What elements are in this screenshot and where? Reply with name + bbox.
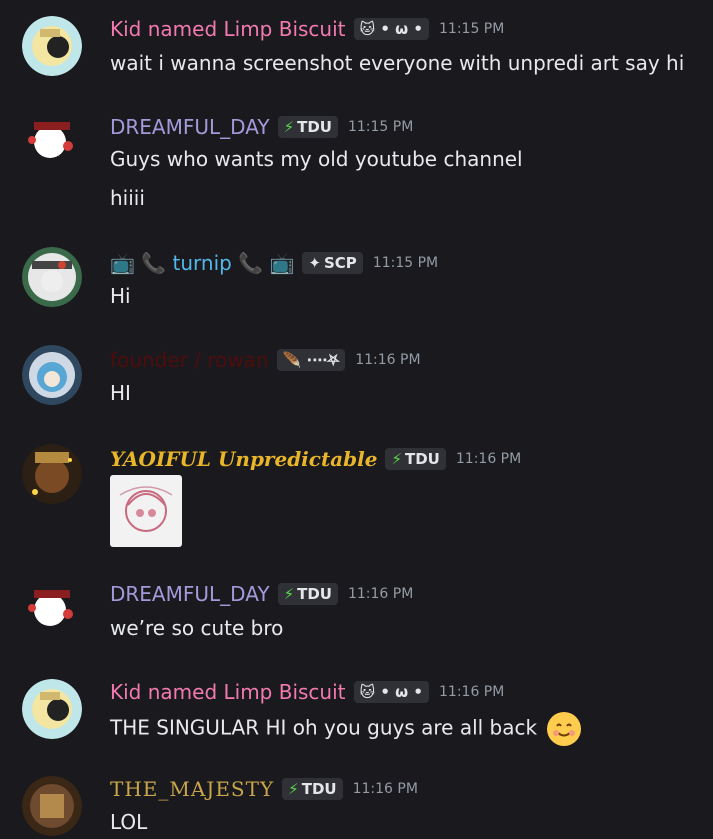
tv-icon: 📺 xyxy=(269,251,295,275)
avatar[interactable] xyxy=(22,776,82,836)
bolt-icon: ⚡ xyxy=(283,118,295,136)
timestamp: 11:15 PM xyxy=(347,119,414,135)
message-text: Guys who wants my old youtube channel xyxy=(110,147,523,171)
avatar[interactable] xyxy=(22,247,82,307)
timestamp: 11:16 PM xyxy=(347,586,414,602)
username-text: turnip xyxy=(172,251,232,275)
bolt-icon: ⚡ xyxy=(283,585,295,603)
message-text: wait i wanna screenshot everyone with un… xyxy=(110,51,685,75)
smile-emoji-icon xyxy=(547,712,582,746)
bolt-icon: ⚡ xyxy=(391,450,402,468)
username[interactable]: YAOIFUL Unpredictable xyxy=(110,446,377,472)
image-attachment[interactable] xyxy=(110,475,182,547)
tag-label: TDU xyxy=(301,780,337,798)
username[interactable]: founder / rowan xyxy=(110,347,269,373)
username[interactable]: DREAMFUL_DAY xyxy=(110,114,270,140)
timestamp: 11:16 PM xyxy=(352,781,418,797)
username[interactable]: THE_MAJESTY xyxy=(110,776,274,802)
user-tag: 🐱 • ω • xyxy=(353,681,430,703)
user-tag: 🪶 ⋅⋯⛧ xyxy=(276,349,346,371)
timestamp: 11:15 PM xyxy=(439,21,505,37)
bolt-icon: ⚡ xyxy=(288,780,299,798)
user-tag: ⚡ TDU xyxy=(277,583,338,605)
message-text: Hi xyxy=(110,284,131,308)
username[interactable]: 📺 📞 turnip 📞 📺 xyxy=(110,250,294,276)
tag-label: TDU xyxy=(405,450,440,468)
timestamp: 11:15 PM xyxy=(372,255,439,271)
username[interactable]: Kid named Limp Biscuit xyxy=(110,16,346,42)
phone-icon: 📞 xyxy=(141,251,167,275)
avatar[interactable] xyxy=(22,112,82,172)
avatar[interactable] xyxy=(22,444,82,504)
avatar[interactable] xyxy=(22,16,82,76)
tag-label: TDU xyxy=(297,585,332,603)
message-text: we’re so cute bro xyxy=(110,616,284,640)
username[interactable]: DREAMFUL_DAY xyxy=(110,581,270,607)
tag-label: SCP xyxy=(323,254,357,272)
username[interactable]: Kid named Limp Biscuit xyxy=(110,679,346,705)
user-tag: ✦ SCP xyxy=(302,252,363,274)
timestamp: 11:16 PM xyxy=(439,684,505,700)
user-tag: ⚡ TDU xyxy=(277,116,338,138)
tag-label: TDU xyxy=(297,118,332,136)
tv-icon: 📺 xyxy=(110,251,135,275)
message-text: LOL xyxy=(110,810,148,834)
message-text: hiiii xyxy=(110,186,145,210)
user-tag: ⚡ TDU xyxy=(282,778,343,800)
timestamp: 11:16 PM xyxy=(455,451,522,467)
scp-icon: ✦ xyxy=(308,254,321,272)
user-tag: ⚡ TDU xyxy=(385,448,446,470)
avatar[interactable] xyxy=(22,580,82,640)
user-tag: 🐱 • ω • xyxy=(353,18,430,40)
phone-icon: 📞 xyxy=(238,251,264,275)
timestamp: 11:16 PM xyxy=(355,352,421,368)
avatar[interactable] xyxy=(22,679,82,739)
avatar[interactable] xyxy=(22,345,82,405)
message-text: THE SINGULAR HI oh you guys are all back xyxy=(110,712,582,746)
message-text: HI xyxy=(110,381,131,405)
message-text-content: THE SINGULAR HI oh you guys are all back xyxy=(110,715,538,740)
